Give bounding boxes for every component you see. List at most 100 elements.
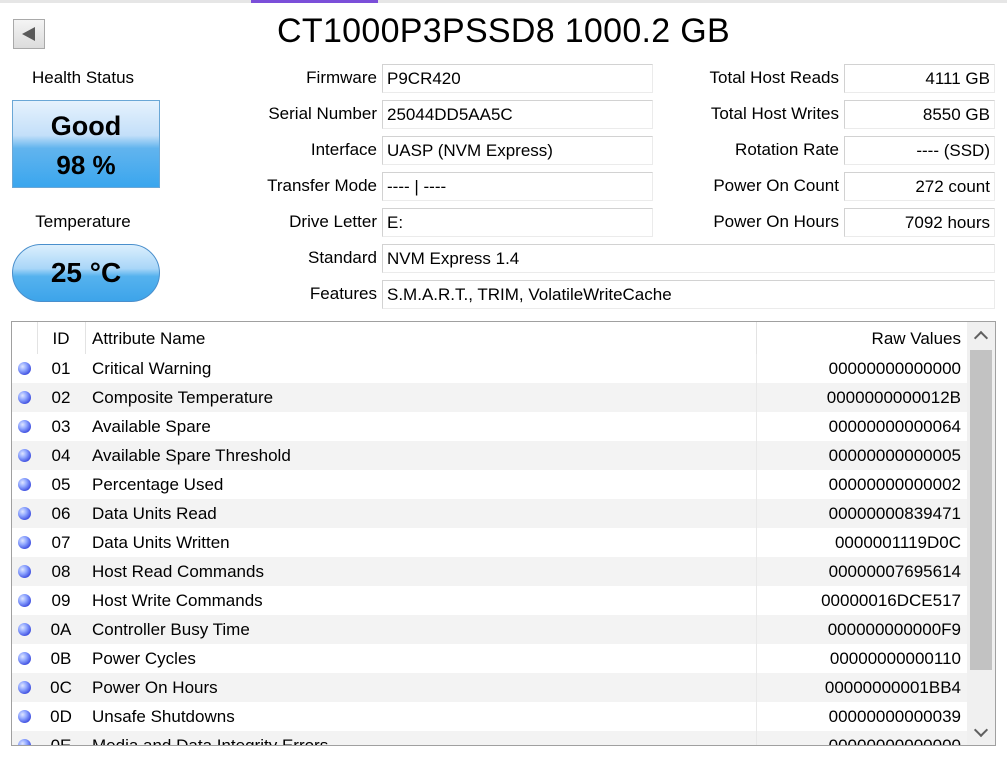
attribute-raw-value: 00000000000064 (828, 417, 961, 436)
scroll-down-button[interactable] (967, 719, 995, 745)
attribute-name: Host Read Commands (92, 562, 264, 581)
total-host-writes-field[interactable]: 8550 GB (844, 100, 995, 129)
total-host-writes-label: Total Host Writes (710, 104, 839, 123)
attribute-raw-value: 00000000000002 (828, 475, 961, 494)
interface-field: UASP (NVM Express) (382, 136, 653, 165)
blue-circle-icon (18, 536, 31, 549)
blue-circle-icon (18, 739, 31, 745)
total-host-reads-field[interactable]: 4111 GB (844, 64, 995, 93)
selected-disk-indicator[interactable] (251, 0, 378, 3)
attribute-raw-value: 0000001119D0C (834, 533, 961, 552)
smart-attribute-table[interactable]: ID Attribute Name Raw Values 01 Critical … (11, 321, 996, 746)
attribute-id: 03 (51, 417, 71, 436)
attribute-raw-value: 00000000000000 (828, 359, 961, 378)
table-row[interactable]: 0C Power On Hours 00000000001BB4 (12, 673, 967, 702)
attribute-id: 01 (51, 359, 71, 378)
table-row[interactable]: 0A Controller Busy Time 000000000000F9 (12, 615, 967, 644)
header-divider (85, 322, 86, 354)
rotation-rate-label: Rotation Rate (735, 140, 839, 159)
blue-circle-icon (18, 565, 31, 578)
interface-label: Interface (310, 140, 377, 159)
table-row[interactable]: 03 Available Spare 00000000000064 (12, 412, 967, 441)
attribute-id: 04 (51, 446, 71, 465)
table-header: ID Attribute Name Raw Values (12, 322, 967, 354)
scroll-up-button[interactable] (967, 322, 995, 348)
health-status-value: Good (50, 111, 122, 141)
attribute-name: Composite Temperature (92, 388, 274, 407)
firmware-label: Firmware (306, 68, 377, 87)
table-row[interactable]: 01 Critical Warning 00000000000000 (12, 354, 967, 383)
attribute-name: Available Spare (92, 417, 211, 436)
drive-letter-label: Drive Letter (289, 212, 377, 231)
blue-circle-icon (18, 391, 31, 404)
features-label: Features (309, 284, 377, 303)
column-divider (756, 673, 757, 702)
attribute-id: 0A (50, 620, 72, 639)
attribute-id: 07 (51, 533, 71, 552)
attribute-id: 0C (50, 678, 72, 697)
table-row[interactable]: 0D Unsafe Shutdowns 00000000000039 (12, 702, 967, 731)
drive-letter-field: E: (382, 208, 653, 237)
blue-circle-icon (18, 594, 31, 607)
total-host-reads-label: Total Host Reads (709, 68, 839, 87)
power-on-hours-field[interactable]: 7092 hours (844, 208, 995, 237)
header-attribute-name[interactable]: Attribute Name (92, 329, 205, 349)
blue-circle-icon (18, 710, 31, 723)
serial-number-label: Serial Number (268, 104, 377, 123)
table-row[interactable]: 08 Host Read Commands 00000007695614 (12, 557, 967, 586)
table-row[interactable]: 09 Host Write Commands 00000016DCE517 (12, 586, 967, 615)
table-row[interactable]: 04 Available Spare Threshold 0000000000000… (12, 441, 967, 470)
header-raw-values[interactable]: Raw Values (872, 329, 961, 349)
table-row[interactable]: 02 Composite Temperature 0000000000012B (12, 383, 967, 412)
transfer-mode-field: ---- | ---- (382, 172, 653, 201)
table-row[interactable]: 06 Data Units Read 00000000839471 (12, 499, 967, 528)
column-divider (756, 702, 757, 731)
attribute-raw-value: 00000000000039 (828, 707, 961, 726)
blue-circle-icon (18, 420, 31, 433)
attribute-name: Media and Data Integrity Errors (92, 736, 329, 746)
firmware-field: P9CR420 (382, 64, 653, 93)
table-row[interactable]: 07 Data Units Written 0000001119D0C (12, 528, 967, 557)
column-divider (756, 586, 757, 615)
attribute-id: 05 (51, 475, 71, 494)
chevron-up-icon (973, 330, 989, 346)
blue-circle-icon (18, 507, 31, 520)
temperature-value: 25 °C (50, 257, 122, 288)
attribute-name: Data Units Read (92, 504, 217, 523)
column-divider (756, 354, 757, 383)
attribute-raw-value: 00000007695614 (828, 562, 961, 581)
attribute-id: 06 (51, 504, 71, 523)
blue-circle-icon (18, 362, 31, 375)
temperature-label: Temperature (35, 212, 131, 231)
column-divider (756, 499, 757, 528)
vertical-scrollbar[interactable] (967, 322, 995, 745)
attribute-name: Power On Hours (92, 678, 218, 697)
column-divider (756, 615, 757, 644)
attribute-id: 0E (50, 736, 72, 746)
header-id[interactable]: ID (37, 329, 85, 349)
blue-circle-icon (18, 623, 31, 636)
column-divider (756, 383, 757, 412)
temperature-box[interactable]: 25 °C (12, 244, 160, 302)
features-field: S.M.A.R.T., TRIM, VolatileWriteCache (382, 280, 995, 309)
table-row[interactable]: 05 Percentage Used 00000000000002 (12, 470, 967, 499)
power-on-hours-label: Power On Hours (713, 212, 839, 231)
attribute-raw-value: 00000000000110 (829, 649, 961, 668)
power-on-count-label: Power On Count (713, 176, 839, 195)
standard-label: Standard (308, 248, 377, 267)
table-body: 01 Critical Warning 00000000000000 02 Compos… (12, 354, 967, 746)
column-divider (756, 412, 757, 441)
attribute-id: 0D (50, 707, 72, 726)
column-divider (756, 441, 757, 470)
attribute-raw-value: 0000000000012B (826, 388, 961, 407)
table-row[interactable]: 0B Power Cycles 00000000000110 (12, 644, 967, 673)
blue-circle-icon (18, 681, 31, 694)
table-row[interactable]: 0E Media and Data Integrity Errors 0000000… (12, 731, 967, 746)
transfer-mode-label: Transfer Mode (267, 176, 377, 195)
chevron-down-icon (973, 722, 989, 738)
attribute-raw-value: 00000000001BB4 (824, 678, 961, 697)
attribute-id: 02 (51, 388, 71, 407)
column-divider (756, 731, 757, 745)
health-status-box[interactable]: Good 98 % (12, 100, 160, 188)
scroll-thumb[interactable] (970, 350, 992, 670)
